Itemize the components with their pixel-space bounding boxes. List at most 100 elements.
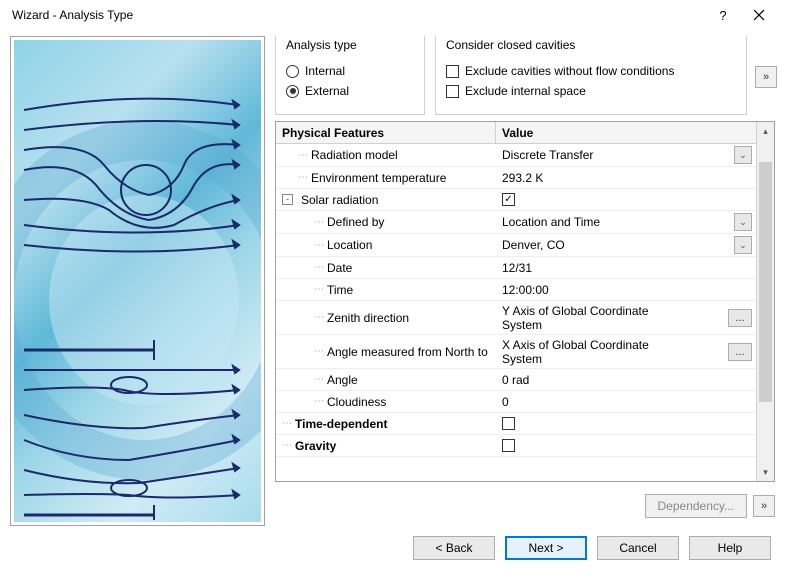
expand-icon[interactable]: » (755, 66, 777, 88)
chevron-down-icon[interactable]: ⌄ (734, 236, 752, 254)
next-button[interactable]: Next > (505, 536, 587, 560)
value-text: Discrete Transfer (502, 148, 593, 162)
value-cell[interactable]: Location and Time ⌄ (496, 213, 756, 231)
feature-name: Cloudiness (327, 395, 386, 409)
value-cell[interactable]: Discrete Transfer ⌄ (496, 146, 756, 164)
tree-dots-icon: ⋯ (314, 284, 323, 295)
window-title: Wizard - Analysis Type (12, 8, 705, 22)
value-cell[interactable]: X Axis of Global Coordinate System... (496, 338, 756, 366)
help-button[interactable]: Help (689, 536, 771, 560)
dependency-button: Dependency... (645, 494, 748, 518)
chevron-down-icon[interactable]: ⌄ (734, 146, 752, 164)
value-cell[interactable]: 12:00:00 (496, 283, 756, 297)
value-text: X Axis of Global Coordinate System (502, 338, 652, 366)
value-text: 12/31 (502, 261, 532, 275)
feature-name: Location (327, 238, 372, 252)
tree-dots-icon: ⋯ (314, 217, 323, 228)
feature-cell: ⋯Angle measured from North to (276, 345, 496, 359)
feature-cell: ⋯ Cloudiness (276, 395, 496, 409)
feature-name: Zenith direction (327, 311, 409, 325)
radio-label: Internal (305, 64, 345, 78)
value-text: 0 rad (502, 373, 529, 387)
feature-name: Defined by (327, 215, 384, 229)
back-button[interactable]: < Back (413, 536, 495, 560)
feature-cell: ⋯ Radiation model (276, 148, 496, 162)
chk-exclude-internal[interactable]: Exclude internal space (446, 84, 736, 98)
chk-exclude-flow[interactable]: Exclude cavities without flow conditions (446, 64, 736, 78)
tree-collapse-icon[interactable]: - (282, 194, 293, 205)
feature-name: Time (327, 283, 353, 297)
grid-row[interactable]: ⋯ Environment temperature 293.2 K (276, 167, 756, 189)
grid-header-value[interactable]: Value (496, 126, 756, 140)
grid-row[interactable]: ⋯ Time-dependent (276, 413, 756, 435)
tree-dots-icon: ⋯ (282, 418, 291, 429)
tree-dots-icon: ⋯ (282, 440, 291, 451)
analysis-type-group: Analysis type Internal External (275, 36, 425, 115)
checkbox-icon[interactable] (502, 417, 515, 430)
grid-row[interactable]: ⋯ Cloudiness 0 (276, 391, 756, 413)
ellipsis-button[interactable]: ... (728, 343, 752, 361)
grid-header-features[interactable]: Physical Features (276, 122, 496, 143)
feature-name: Solar radiation (301, 193, 378, 207)
value-cell[interactable] (496, 193, 756, 206)
value-cell[interactable]: 0 (496, 395, 756, 409)
checkbox-icon[interactable] (502, 439, 515, 452)
feature-name: Environment temperature (311, 171, 446, 185)
value-cell[interactable]: 0 rad (496, 373, 756, 387)
value-cell[interactable] (496, 417, 756, 430)
scroll-thumb[interactable] (759, 162, 772, 402)
tree-dots-icon: ⋯ (314, 374, 323, 385)
title-bar: Wizard - Analysis Type ? (0, 0, 785, 30)
close-icon[interactable] (741, 0, 777, 30)
feature-name: Date (327, 261, 352, 275)
features-grid: Physical Features Value ⋯ Radiation model… (275, 121, 775, 482)
radio-external[interactable]: External (286, 84, 414, 98)
grid-row[interactable]: ⋯ Defined by Location and Time ⌄ (276, 211, 756, 234)
radio-internal[interactable]: Internal (286, 64, 414, 78)
cavities-label: Consider closed cavities (446, 38, 575, 52)
tree-dots-icon: ⋯ (298, 172, 307, 183)
expand-icon[interactable]: » (753, 495, 775, 517)
feature-name: Time-dependent (295, 417, 387, 431)
ellipsis-button[interactable]: ... (728, 309, 752, 327)
feature-cell: ⋯ Gravity (276, 439, 496, 453)
scroll-down-icon[interactable]: ▾ (757, 463, 774, 481)
tree-dots-icon: ⋯ (298, 150, 307, 161)
grid-row[interactable]: ⋯ Time 12:00:00 (276, 279, 756, 301)
grid-row[interactable]: -Solar radiation (276, 189, 756, 211)
checkbox-icon[interactable] (502, 193, 515, 206)
feature-name: Gravity (295, 439, 336, 453)
grid-row[interactable]: ⋯ Gravity (276, 435, 756, 457)
analysis-type-label: Analysis type (286, 38, 357, 52)
radio-icon (286, 65, 299, 78)
grid-row[interactable]: ⋯LocationDenver, CO⌄ (276, 234, 756, 257)
feature-cell: -Solar radiation (276, 193, 496, 207)
feature-name: Angle (327, 373, 358, 387)
grid-row[interactable]: ⋯ Angle 0 rad (276, 369, 756, 391)
value-cell[interactable]: 12/31 (496, 261, 756, 275)
feature-cell: ⋯ Angle (276, 373, 496, 387)
scroll-up-icon[interactable]: ▴ (757, 122, 774, 140)
value-cell[interactable] (496, 439, 756, 452)
value-cell[interactable]: Y Axis of Global Coordinate System... (496, 304, 756, 332)
value-cell[interactable]: Denver, CO⌄ (496, 236, 756, 254)
grid-row[interactable]: ⋯Zenith directionY Axis of Global Coordi… (276, 301, 756, 335)
help-icon[interactable]: ? (705, 0, 741, 30)
grid-row[interactable]: ⋯Date12/31 (276, 257, 756, 279)
feature-cell: ⋯Zenith direction (276, 311, 496, 325)
chevron-down-icon[interactable]: ⌄ (734, 213, 752, 231)
tree-dots-icon: ⋯ (314, 396, 323, 407)
radio-label: External (305, 84, 349, 98)
feature-cell: ⋯ Defined by (276, 215, 496, 229)
value-text: 293.2 K (502, 171, 543, 185)
grid-row[interactable]: ⋯Angle measured from North toX Axis of G… (276, 335, 756, 369)
cancel-button[interactable]: Cancel (597, 536, 679, 560)
feature-cell: ⋯ Environment temperature (276, 171, 496, 185)
feature-name: Radiation model (311, 148, 398, 162)
value-cell[interactable]: 293.2 K (496, 171, 756, 185)
value-text: Location and Time (502, 215, 600, 229)
grid-header: Physical Features Value (276, 122, 756, 144)
value-text: 12:00:00 (502, 283, 549, 297)
scrollbar[interactable]: ▴ ▾ (756, 122, 774, 481)
grid-row[interactable]: ⋯ Radiation model Discrete Transfer ⌄ (276, 144, 756, 167)
